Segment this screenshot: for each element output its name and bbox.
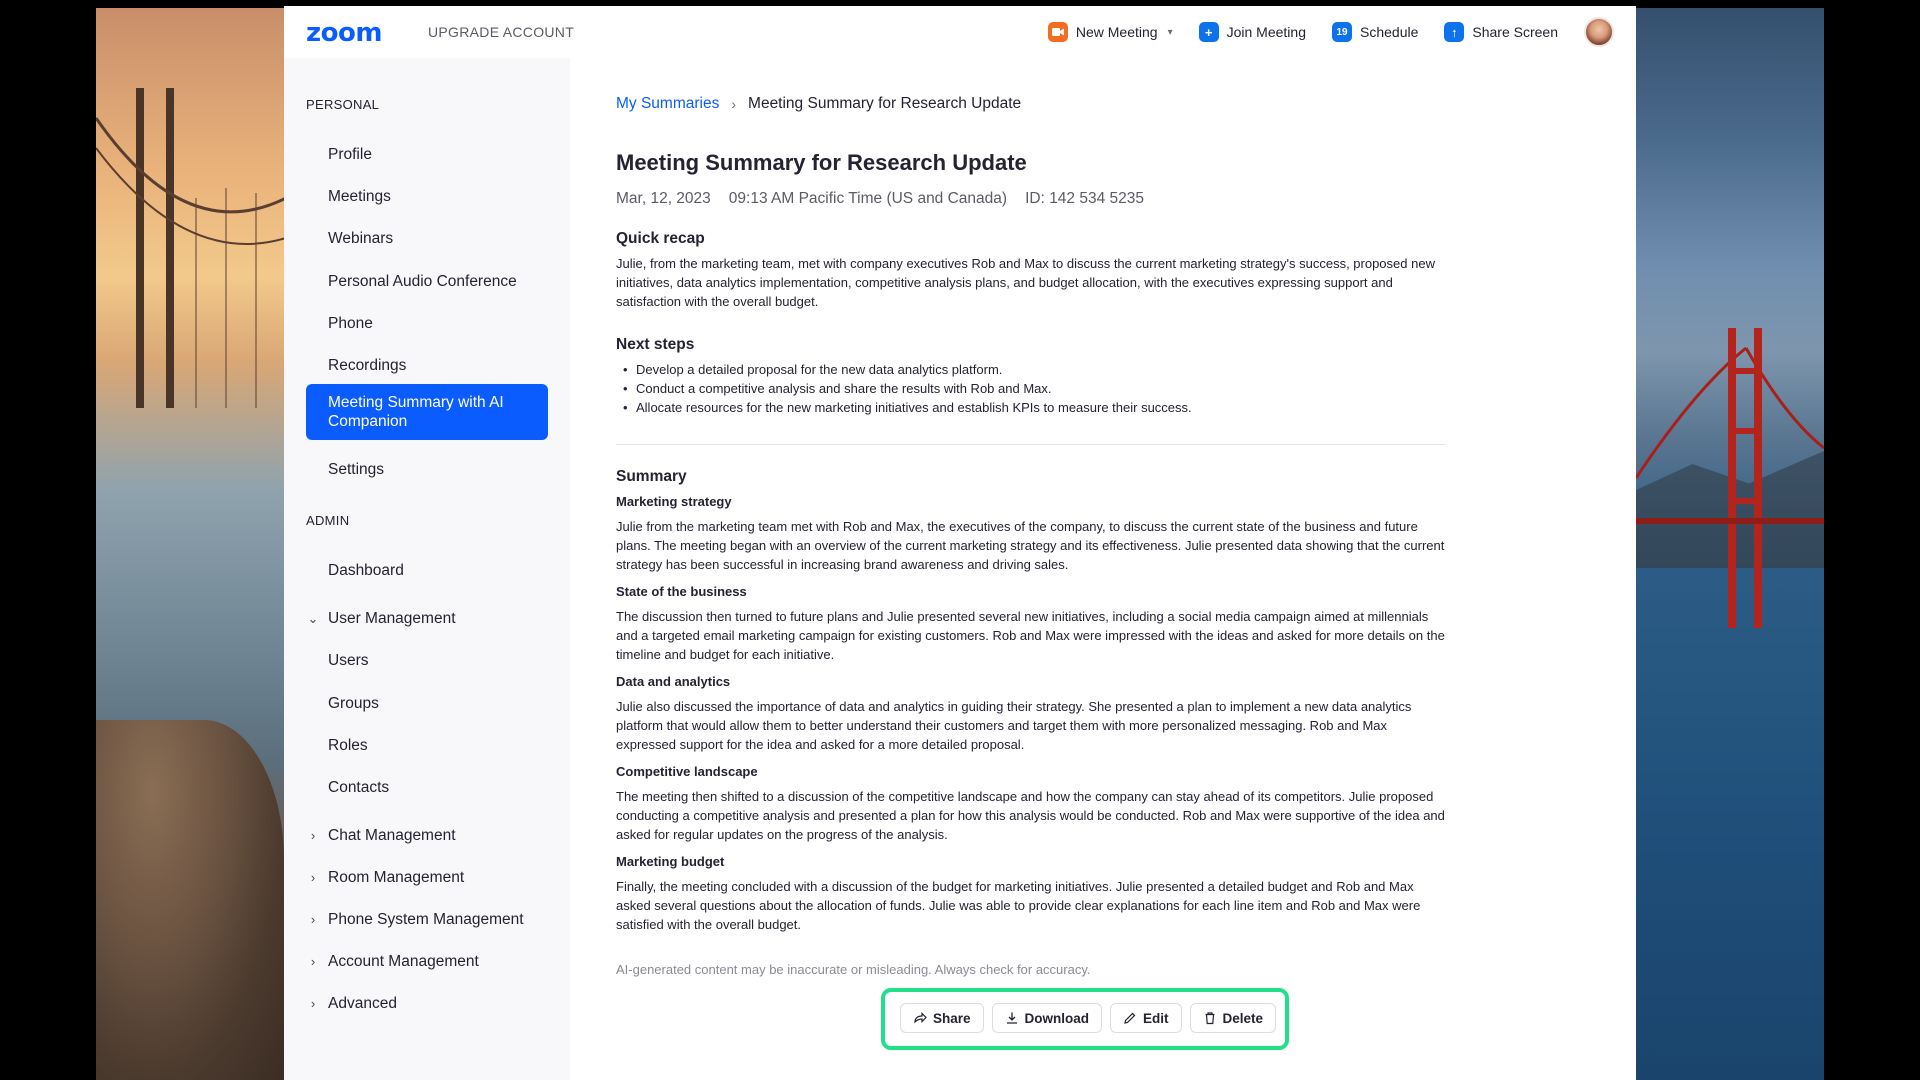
arrow-up-icon: ↑	[1444, 22, 1465, 42]
join-meeting-button[interactable]: + Join Meeting	[1198, 22, 1306, 42]
breadcrumb-current: Meeting Summary for Research Update	[748, 95, 1022, 112]
breadcrumb: My Summaries › Meeting Summary for Resea…	[616, 95, 1021, 113]
summary-section: Competitive landscape The meeting then s…	[616, 764, 1446, 844]
join-meeting-label: Join Meeting	[1226, 24, 1306, 40]
summary-section: Data and analytics Julie also discussed …	[616, 674, 1446, 754]
share-screen-button[interactable]: ↑ Share Screen	[1444, 22, 1558, 42]
edit-label: Edit	[1143, 1010, 1169, 1026]
sidebar-item-settings[interactable]: Settings	[328, 461, 384, 479]
quick-recap-heading: Quick recap	[616, 230, 705, 247]
list-item: Develop a detailed proposal for the new …	[616, 360, 1446, 379]
section-text: The meeting then shifted to a discussion…	[616, 789, 1445, 842]
section-title: Marketing budget	[616, 854, 725, 869]
meeting-meta: Mar, 12, 2023 09:13 AM Pacific Time (US …	[616, 190, 1144, 208]
summary-section: Marketing strategy Julie from the market…	[616, 494, 1446, 574]
top-navigation-bar: zoom UPGRADE ACCOUNT New Meeting ▾ + Joi…	[284, 6, 1636, 58]
share-button[interactable]: Share	[900, 1003, 984, 1033]
sidebar-item-personal-audio-conference[interactable]: Personal Audio Conference	[328, 273, 517, 291]
sidebar-section-admin: ADMIN	[306, 513, 350, 528]
plus-icon: +	[1198, 22, 1219, 42]
trash-icon	[1205, 1012, 1215, 1025]
share-icon	[914, 1012, 927, 1024]
share-label: Share	[933, 1010, 971, 1026]
zoom-web-portal: zoom UPGRADE ACCOUNT New Meeting ▾ + Joi…	[284, 6, 1636, 1080]
summary-section: State of the business The discussion the…	[616, 584, 1446, 664]
schedule-label: Schedule	[1360, 24, 1419, 40]
sidebar-item-account-management[interactable]: Account Management	[328, 953, 479, 971]
sidebar-item-contacts[interactable]: Contacts	[328, 779, 389, 797]
download-label: Download	[1024, 1010, 1090, 1026]
upgrade-account-link[interactable]: UPGRADE ACCOUNT	[428, 24, 574, 40]
next-steps-list: Develop a detailed proposal for the new …	[616, 360, 1446, 417]
summary-heading: Summary	[616, 468, 687, 485]
section-title: Competitive landscape	[616, 764, 758, 779]
edit-button[interactable]: Edit	[1110, 1003, 1182, 1033]
new-meeting-button[interactable]: New Meeting ▾	[1047, 22, 1173, 42]
list-item: Allocate resources for the new marketing…	[616, 398, 1446, 417]
new-meeting-label: New Meeting	[1075, 24, 1158, 40]
page-title: Meeting Summary for Research Update	[616, 150, 1027, 175]
section-text: Finally, the meeting concluded with a di…	[616, 879, 1421, 932]
breadcrumb-my-summaries[interactable]: My Summaries	[616, 95, 719, 113]
sidebar-item-profile[interactable]: Profile	[328, 146, 372, 164]
next-steps-heading: Next steps	[616, 336, 695, 353]
chevron-down-icon[interactable]: ⌄	[306, 611, 320, 627]
video-camera-icon	[1047, 22, 1068, 42]
delete-button[interactable]: Delete	[1189, 1003, 1277, 1033]
section-title: Marketing strategy	[616, 494, 732, 509]
sidebar-section-personal: PERSONAL	[306, 97, 380, 112]
desktop-wallpaper-right	[1636, 8, 1824, 1080]
sidebar-item-user-management[interactable]: User Management	[328, 610, 456, 628]
schedule-button[interactable]: 19 Schedule	[1332, 22, 1418, 42]
sidebar-item-phone[interactable]: Phone	[328, 315, 373, 333]
sidebar-item-roles[interactable]: Roles	[328, 737, 368, 755]
sidebar-item-groups[interactable]: Groups	[328, 695, 379, 713]
chevron-down-icon[interactable]: ▾	[1168, 27, 1173, 38]
divider	[616, 444, 1446, 445]
bridge-illustration	[96, 88, 284, 408]
avatar[interactable]	[1584, 17, 1614, 47]
desktop-wallpaper-left	[96, 8, 284, 1080]
chevron-right-icon: ›	[731, 96, 737, 112]
calendar-icon: 19	[1332, 22, 1352, 42]
sidebar-item-recordings[interactable]: Recordings	[328, 357, 406, 375]
meeting-id: ID: 142 534 5235	[1025, 190, 1145, 207]
sidebar-item-users[interactable]: Users	[328, 652, 368, 670]
zoom-logo[interactable]: zoom	[306, 18, 382, 48]
chevron-right-icon[interactable]: ›	[306, 912, 320, 927]
ai-disclaimer: AI-generated content may be inaccurate o…	[616, 962, 1091, 977]
main-content: My Summaries › Meeting Summary for Resea…	[570, 58, 1636, 1080]
summary-actions: Share Download Edit Delete	[900, 1003, 1277, 1033]
meeting-date: Mar, 12, 2023	[616, 190, 711, 207]
sidebar-item-meetings[interactable]: Meetings	[328, 188, 391, 206]
sidebar-item-room-management[interactable]: Room Management	[328, 869, 464, 887]
sidebar-item-chat-management[interactable]: Chat Management	[328, 827, 456, 845]
cliff-shape	[96, 720, 284, 1080]
sidebar: PERSONAL Profile Meetings Webinars Perso…	[284, 58, 570, 1080]
section-text: Julie also discussed the importance of d…	[616, 699, 1412, 752]
chevron-right-icon[interactable]: ›	[306, 954, 320, 969]
chevron-right-icon[interactable]: ›	[306, 828, 320, 843]
sidebar-item-advanced[interactable]: Advanced	[328, 995, 397, 1013]
share-screen-label: Share Screen	[1472, 24, 1558, 40]
section-title: Data and analytics	[616, 674, 731, 689]
meeting-time: 09:13 AM Pacific Time (US and Canada)	[728, 190, 1008, 207]
summary-section: Marketing budget Finally, the meeting co…	[616, 854, 1446, 934]
sidebar-item-dashboard[interactable]: Dashboard	[328, 562, 404, 580]
list-item: Conduct a competitive analysis and share…	[616, 379, 1446, 398]
sidebar-item-meeting-summary[interactable]: Meeting Summary with AI Companion	[306, 384, 548, 440]
section-title: State of the business	[616, 584, 747, 599]
chevron-right-icon[interactable]: ›	[306, 996, 320, 1011]
chevron-right-icon[interactable]: ›	[306, 870, 320, 885]
bridge-illustration	[1636, 328, 1824, 628]
section-text: Julie from the marketing team met with R…	[616, 519, 1445, 572]
download-icon	[1006, 1012, 1017, 1024]
download-button[interactable]: Download	[991, 1003, 1103, 1033]
delete-label: Delete	[1222, 1010, 1264, 1026]
section-text: The discussion then turned to future pla…	[616, 609, 1445, 662]
quick-recap-text: Julie, from the marketing team, met with…	[616, 256, 1435, 309]
sidebar-item-webinars[interactable]: Webinars	[328, 230, 393, 248]
sidebar-item-phone-system-management[interactable]: Phone System Management	[328, 911, 524, 929]
pencil-icon	[1124, 1012, 1136, 1024]
